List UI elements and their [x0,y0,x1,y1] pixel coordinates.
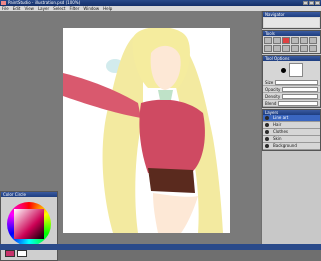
eye-icon[interactable] [265,130,269,134]
eyedropper-tool-icon[interactable] [309,37,317,44]
color-panel-title: Color Circle [1,192,57,197]
blend-row[interactable]: Blend [263,100,320,107]
close-button[interactable] [315,1,320,5]
tools-panel[interactable]: Tools [262,30,321,54]
primary-color-swatch[interactable] [5,250,15,257]
blend-slider[interactable] [278,100,318,106]
navigator-preview[interactable] [264,18,319,27]
saturation-value-picker[interactable] [14,209,44,239]
move-tool-icon[interactable] [282,45,290,52]
fill-tool-icon[interactable] [300,37,308,44]
menu-file[interactable]: File [2,6,9,11]
eraser-tool-icon[interactable] [291,37,299,44]
menu-filter[interactable]: Filter [69,6,79,11]
right-dock: Navigator Tools Tool Options Size Opacit… [262,11,321,250]
pencil-tool-icon[interactable] [273,37,281,44]
window-title: PaintStudio - illustration.psd (100%) [8,0,81,5]
tool-options-panel[interactable]: Tool Options Size Opacity Density Blend [262,55,321,108]
layer-item[interactable]: Skin [263,136,320,143]
layer-item[interactable]: Line art [263,115,320,122]
color-panel[interactable]: Color Circle [0,191,58,261]
app-icon [1,1,6,5]
eye-icon[interactable] [265,123,269,127]
brush-preview [263,61,320,79]
menu-edit[interactable]: Edit [13,6,21,11]
lasso-tool-icon[interactable] [273,45,281,52]
opacity-row[interactable]: Opacity [263,86,320,93]
pen-tool-icon[interactable] [264,37,272,44]
eye-icon[interactable] [265,137,269,141]
brush-tool-icon[interactable] [282,37,290,44]
color-swatches [5,250,27,257]
opacity-slider[interactable] [282,86,318,92]
eye-icon[interactable] [265,144,269,148]
taskbar [0,244,321,250]
maximize-button[interactable] [309,1,314,5]
menu-view[interactable]: View [24,6,34,11]
navigator-title: Navigator [263,12,320,17]
layer-item[interactable]: Background [263,143,320,150]
secondary-color-swatch[interactable] [17,250,27,257]
eye-icon[interactable] [265,116,269,120]
canvas-area[interactable]: Color Circle [0,11,261,261]
layers-panel[interactable]: Layers Line art Hair Clothes Skin Backgr… [262,109,321,151]
layer-item[interactable]: Hair [263,122,320,129]
drawing-canvas[interactable] [63,28,230,233]
text-tool-icon[interactable] [309,45,317,52]
brush-tip-icon [280,67,286,73]
menu-layer[interactable]: Layer [38,6,49,11]
menu-window[interactable]: Window [83,6,99,11]
minimize-button[interactable] [303,1,308,5]
density-row[interactable]: Density [263,93,320,100]
zoom-tool-icon[interactable] [291,45,299,52]
layer-item[interactable]: Clothes [263,129,320,136]
size-slider[interactable] [275,79,318,85]
navigator-panel[interactable]: Navigator [262,11,321,29]
density-slider[interactable] [282,93,318,99]
select-tool-icon[interactable] [264,45,272,52]
character-illustration [63,28,223,233]
hand-tool-icon[interactable] [300,45,308,52]
menu-select[interactable]: Select [53,6,65,11]
size-row[interactable]: Size [263,79,320,86]
brush-shape-preview [288,63,303,77]
menu-help[interactable]: Help [103,6,112,11]
